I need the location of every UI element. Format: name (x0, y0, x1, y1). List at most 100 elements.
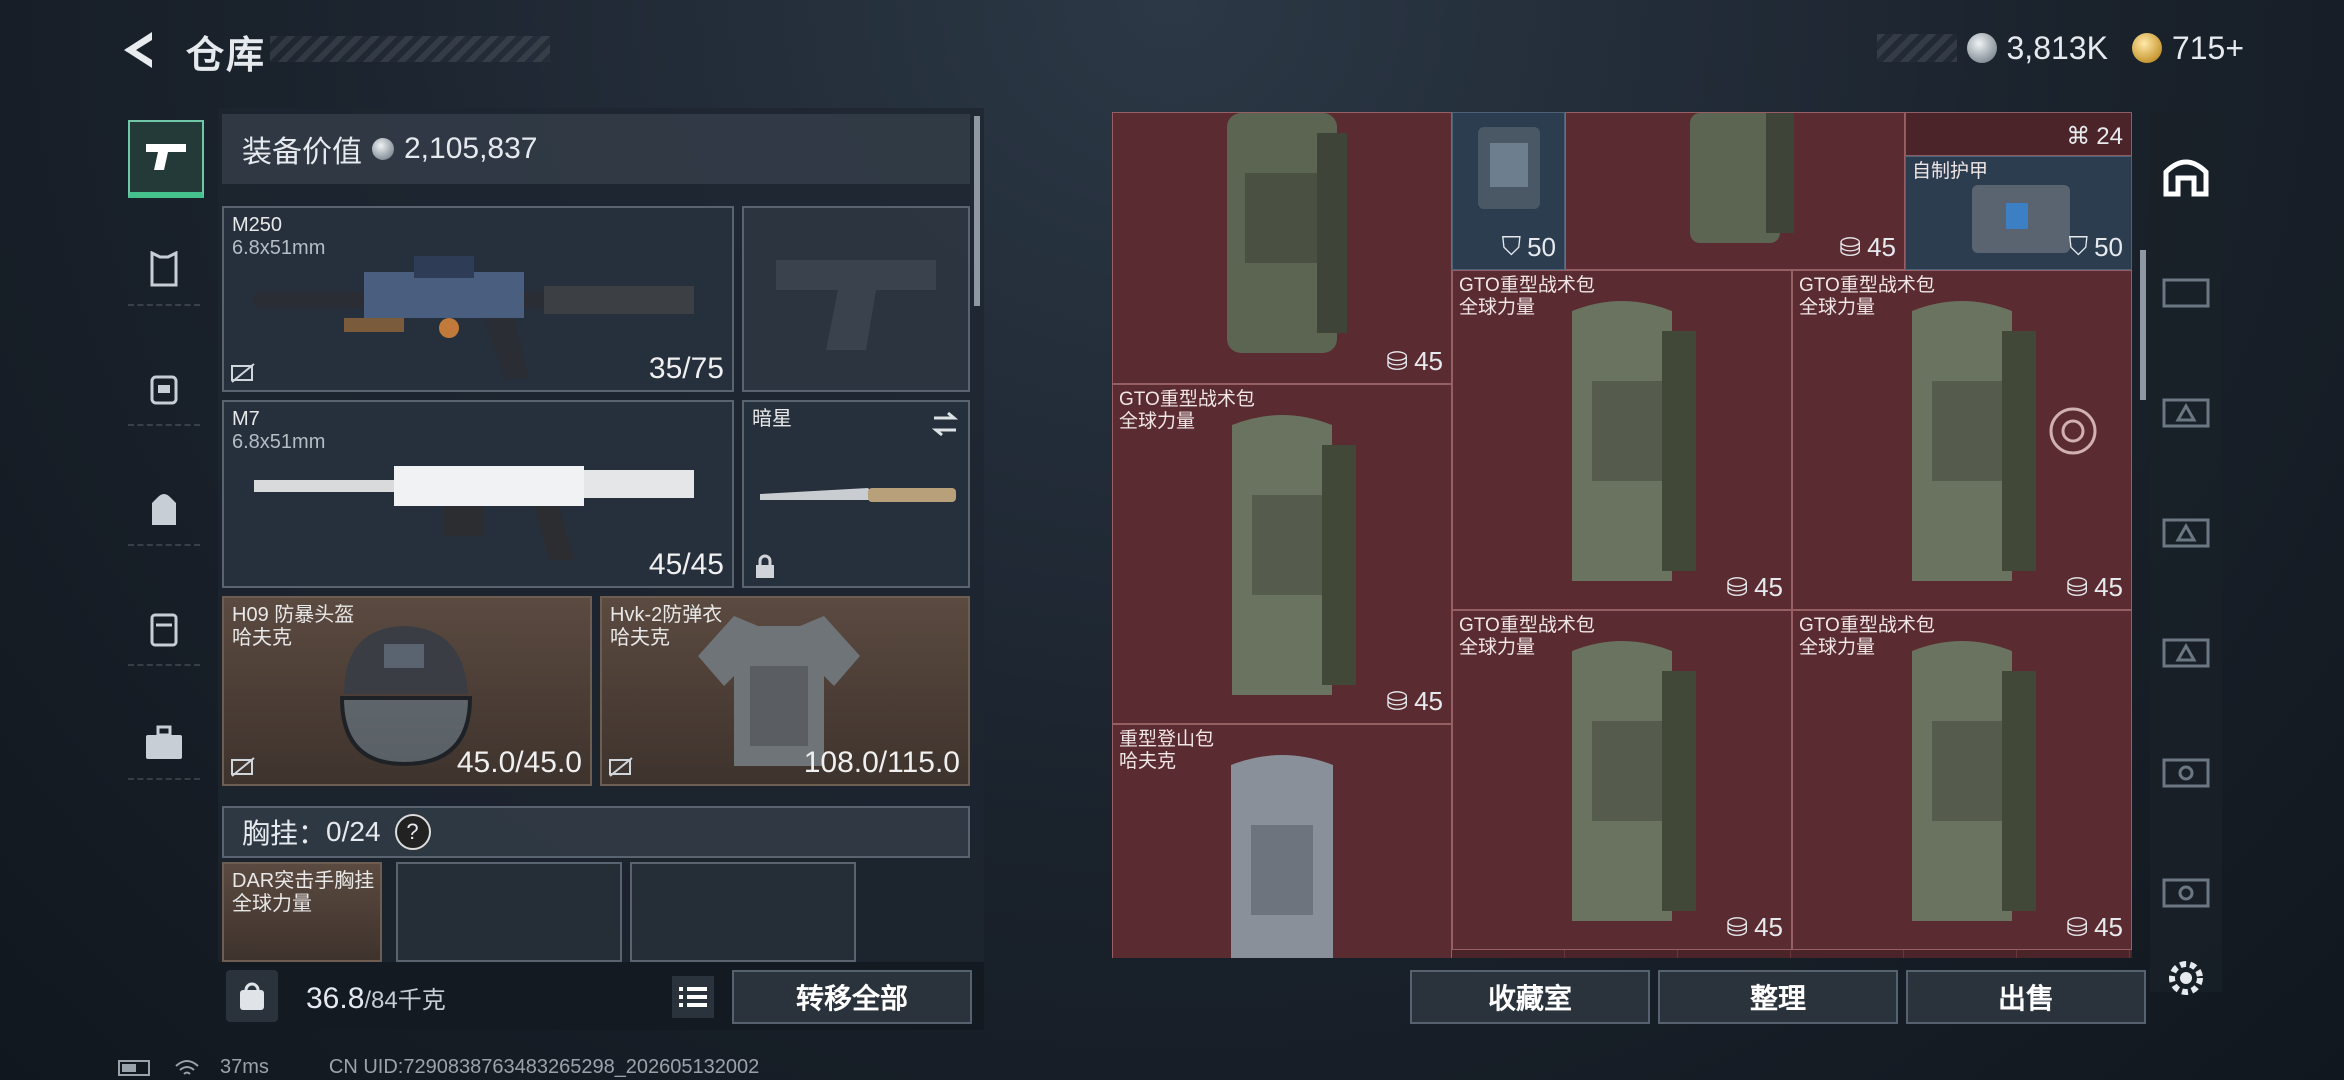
currency-decoration (1876, 34, 1957, 62)
inventory-item-gto-backpack[interactable]: GTO重型战术包 全球力量 ⛁ 45 (1792, 270, 2132, 610)
inventory-scrollbar[interactable] (2140, 250, 2146, 400)
primary-weapon-slot[interactable]: M250 6.8x51mm 35/75 (222, 206, 734, 392)
armor-slot[interactable]: Hvk-2防弹衣 哈夫克 108.0/115.0 (600, 596, 970, 786)
item-durability: ⛉ 50 (1502, 231, 1556, 263)
chest-rig-icon (150, 375, 178, 405)
chest-cell-empty[interactable] (630, 862, 856, 962)
tab-weapons[interactable] (128, 120, 204, 198)
item-count-value: 45 (1754, 912, 1783, 942)
backpack-icon (1231, 755, 1333, 958)
storage-tab-main[interactable] (2160, 148, 2212, 200)
armor-plate-icon (1477, 127, 1540, 209)
storage-tab-6[interactable] (2160, 864, 2212, 916)
helmet-slot[interactable]: H09 防暴头盔 哈夫克 45.0/45.0 (222, 596, 592, 786)
weight-icon: ⛁ (2066, 572, 2089, 602)
stack-count-badge: ⌘ 24 (1905, 112, 2132, 156)
silver-coin-icon (1966, 33, 1997, 63)
inventory-item-backpack[interactable]: ⛁ 45 (1565, 112, 1905, 270)
inventory-item-gto-backpack[interactable]: GTO重型战术包 全球力量 ⛁ 45 (1792, 610, 2132, 950)
swap-icon[interactable] (930, 410, 960, 438)
weight-readout: 36.8/84千克 (306, 980, 446, 1016)
tab-chest-rig[interactable] (128, 354, 200, 426)
pistol-icon (146, 144, 186, 170)
vest-icon (150, 251, 178, 287)
stack-count: ⌘ 24 (2066, 122, 2123, 151)
knife-icon (760, 488, 956, 502)
chest-rig-bar: 胸挂： 0/24 ? (222, 806, 970, 858)
collection-room-button[interactable]: 收藏室 (1410, 970, 1650, 1024)
chest-cell-empty[interactable] (396, 862, 622, 962)
item-count-value: 45 (1754, 572, 1783, 602)
tab-case[interactable] (128, 594, 200, 666)
stack-icon: ⌘ (2066, 123, 2091, 150)
item-count-value: 45 (1867, 232, 1896, 262)
item-count-value: 50 (1527, 231, 1556, 262)
storage-tab-5[interactable] (2160, 744, 2212, 796)
ping-value: 37ms (220, 1056, 269, 1078)
item-count: ⛁ 45 (2066, 912, 2123, 943)
item-name-block: 重型登山包 哈夫克 (1119, 729, 1214, 773)
armor-brand: 哈夫克 (610, 627, 670, 649)
storage-shelf-icon (2162, 638, 2210, 668)
transfer-all-button[interactable]: 转移全部 (732, 970, 972, 1024)
sell-button[interactable]: 出售 (1906, 970, 2146, 1024)
item-count-value: 50 (2094, 231, 2123, 262)
silver-coin-icon (372, 138, 394, 160)
loadout-tab-column (118, 108, 210, 1008)
storage-tab-4[interactable] (2160, 624, 2212, 676)
item-count-value: 45 (1414, 686, 1443, 716)
back-arrow-icon[interactable] (118, 28, 158, 72)
storage-tab-1[interactable] (2160, 264, 2212, 316)
inventory-item-climbing-backpack[interactable]: 重型登山包 哈夫克 (1112, 724, 1452, 958)
item-brand: 全球力量 (1119, 411, 1196, 432)
tab-armor[interactable] (128, 234, 200, 306)
loadout-scrollbar[interactable] (974, 116, 980, 306)
inventory-item-gto-backpack[interactable]: GTO重型战术包 全球力量 ⛁ 45 (1112, 384, 1452, 724)
item-count: ⛁ 45 (1726, 912, 1783, 943)
chest-capacity: 0/24 (326, 816, 381, 847)
tab-backpack[interactable] (128, 474, 200, 546)
melee-slot[interactable]: 暗星 (742, 400, 970, 588)
storage-shelf-icon (2162, 758, 2210, 788)
chest-item-name-block: DAR突击手胸挂 全球力量 (232, 870, 374, 916)
storage-tab-column (2150, 112, 2222, 992)
item-count-value: 45 (2094, 572, 2123, 602)
case-icon (150, 613, 178, 647)
inventory-item-homemade-armor[interactable]: 自制护甲 ⛉ 50 (1905, 156, 2132, 270)
equipment-value: 2,105,837 (404, 132, 538, 165)
melee-name: 暗星 (752, 408, 792, 430)
tab-toolbox[interactable] (128, 708, 200, 780)
inventory-item-backpack[interactable]: ⛁ 45 (1112, 112, 1452, 384)
lock-icon (756, 554, 774, 578)
chest-rig-item[interactable]: DAR突击手胸挂 全球力量 (222, 862, 382, 962)
weight-icon: ⛁ (1386, 346, 1409, 376)
gold-coin-icon (2131, 33, 2162, 63)
inventory-item-gto-backpack[interactable]: GTO重型战术包 全球力量 ⛁ 45 (1452, 270, 1792, 610)
storage-tab-3[interactable] (2160, 504, 2212, 556)
settings-gear-icon[interactable] (2160, 952, 2212, 1004)
shield-icon: ⛉ (1501, 231, 1522, 261)
backpack-icon (1227, 113, 1347, 353)
pistol-slot-empty[interactable] (742, 206, 970, 392)
weight-icon: ⛁ (1386, 686, 1409, 716)
item-count-value: 45 (1414, 346, 1443, 376)
storage-shelf-icon (2162, 518, 2210, 548)
inventory-item-armor-plate[interactable]: ⛉ 50 (1452, 112, 1565, 270)
gold-amount[interactable]: 715+ (2172, 30, 2244, 67)
storage-home-icon (2163, 159, 2209, 197)
secondary-weapon-slot[interactable]: M7 6.8x51mm 45/45 (222, 400, 734, 588)
weight-icon: ⛁ (2066, 912, 2089, 942)
weapon-ammo: 45/45 (648, 548, 724, 581)
sort-button[interactable]: 整理 (1658, 970, 1898, 1024)
inventory-item-gto-backpack[interactable]: GTO重型战术包 全球力量 ⛁ 45 (1452, 610, 1792, 950)
weight-icon: ⛁ (1726, 912, 1749, 942)
chest-item-name: DAR突击手胸挂 (232, 870, 375, 892)
page-title: 仓库 (186, 35, 267, 77)
item-durability: ⛉ 50 (2069, 231, 2123, 263)
weapon-name: M7 (232, 408, 260, 430)
weight-current: 36.8 (306, 982, 365, 1015)
list-button[interactable] (672, 976, 714, 1018)
help-icon[interactable]: ? (394, 814, 431, 850)
target-icon[interactable] (2043, 401, 2103, 461)
storage-tab-2[interactable] (2160, 384, 2212, 436)
